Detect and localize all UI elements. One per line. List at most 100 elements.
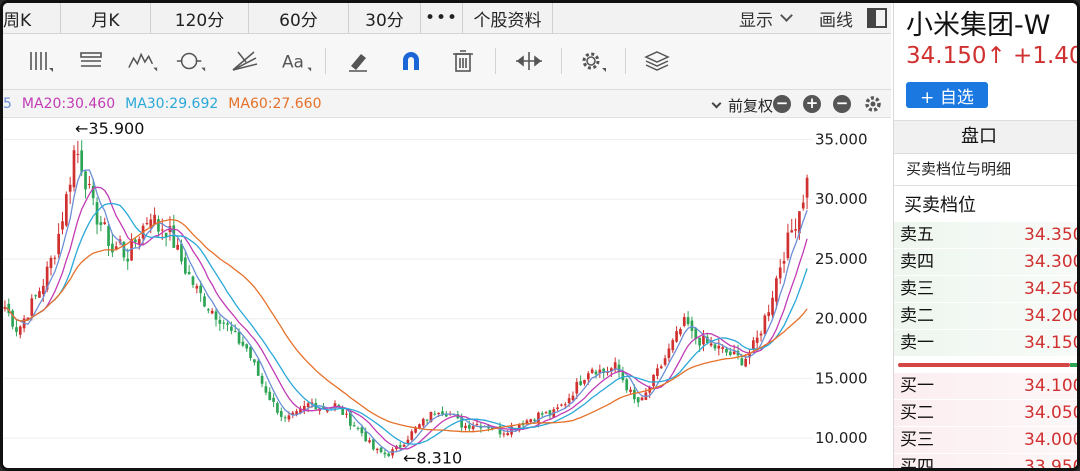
layers-icon[interactable] — [641, 46, 673, 76]
magnet-icon[interactable] — [395, 46, 427, 76]
candle-body — [218, 319, 222, 324]
candle-body — [107, 225, 110, 246]
stock-name: 小米集团-W — [906, 10, 1051, 41]
candle-body — [571, 395, 575, 401]
order-book-subtitle[interactable]: 买卖档位与明细 — [894, 154, 1077, 186]
ma60-value: MA60:27.660 — [228, 95, 322, 112]
fibonacci-fan-icon[interactable] — [229, 46, 261, 76]
candle-body — [160, 229, 164, 231]
candle-body — [464, 425, 467, 429]
add-watchlist-button[interactable]: + 自选 — [906, 82, 988, 108]
low-price-label: ←8.310 — [403, 448, 462, 467]
candle-body — [402, 444, 406, 447]
trash-icon[interactable] — [447, 46, 479, 76]
candle-body — [226, 323, 229, 325]
candle-body — [241, 341, 245, 346]
candle-body — [782, 260, 786, 264]
font-icon[interactable]: Aa — [281, 46, 313, 76]
cycle-icon[interactable] — [175, 46, 207, 76]
candle-body — [629, 389, 632, 392]
candle-body — [34, 295, 37, 297]
draw-line-button[interactable]: 画线 — [805, 3, 857, 34]
candle-body — [640, 397, 644, 401]
candle-body — [755, 337, 759, 343]
candle-body — [80, 150, 84, 173]
ma30-value: MA30:29.692 — [125, 95, 219, 112]
order-row-buy1: 买一 34.100 — [894, 373, 1077, 399]
candle-body — [556, 407, 559, 409]
tab-week-k[interactable]: 周K — [3, 3, 61, 34]
kline-chart-svg: 35.000 30.000 25.000 20.000 15.000 10.000 ←35… — [3, 119, 868, 467]
order-row-sell1: 卖一 34.150 — [894, 330, 1077, 356]
fit-width-icon[interactable] — [513, 46, 545, 76]
tab-month-k[interactable]: 月K — [61, 3, 151, 34]
tab-60min[interactable]: 60分 — [249, 3, 349, 34]
candle-body — [740, 358, 744, 366]
kline-chart[interactable]: 35.000 30.000 25.000 20.000 15.000 10.000 ←35… — [3, 118, 891, 468]
candle-body — [617, 364, 621, 372]
candle-body — [506, 433, 510, 436]
candle-body — [441, 411, 444, 415]
candle-body — [667, 348, 671, 358]
adjust-dropdown[interactable]: 前复权 — [711, 95, 773, 116]
candle-body — [279, 411, 283, 417]
zoom-in-button[interactable]: + — [803, 95, 821, 113]
eraser-icon[interactable] — [343, 46, 375, 76]
app-window: 周K 月K 120分 60分 30分 ••• 个股资料 显示 画线 Aa 5 M… — [0, 0, 1080, 471]
candle-body — [237, 331, 241, 344]
candle-body — [579, 381, 582, 385]
settings-icon[interactable] — [577, 46, 609, 76]
y-tick-label: 35.000 — [815, 131, 868, 149]
display-dropdown[interactable]: 显示 — [725, 3, 805, 34]
candle-body — [763, 315, 767, 334]
candle-body — [61, 221, 64, 230]
candle-body — [375, 448, 379, 451]
candle-body — [387, 453, 391, 457]
tab-stock-profile[interactable]: 个股资料 — [463, 3, 553, 34]
candle-body — [594, 371, 598, 375]
y-tick-label: 10.000 — [815, 429, 868, 447]
candle-body — [778, 267, 782, 279]
candle-body — [398, 445, 402, 448]
y-tick-label: 15.000 — [815, 369, 868, 387]
panel-toggle-icon[interactable] — [867, 8, 887, 28]
candle-body — [725, 348, 728, 353]
candle-body — [153, 214, 156, 225]
candle-body — [502, 433, 506, 435]
candle-body — [99, 222, 103, 226]
candle-body — [679, 329, 682, 335]
candle-body — [675, 331, 678, 342]
candle-body — [702, 335, 705, 345]
candle-body — [759, 333, 763, 336]
candle-body — [437, 412, 440, 415]
tab-30min[interactable]: 30分 — [349, 3, 421, 34]
candle-body — [560, 404, 563, 406]
candle-body — [433, 413, 437, 415]
text-note-icon[interactable] — [75, 46, 107, 76]
candle-body — [659, 366, 663, 369]
chart-settings-icon[interactable] — [863, 94, 883, 118]
tab-order-book[interactable]: 盘口 — [894, 120, 1077, 154]
more-tabs-button[interactable]: ••• — [421, 3, 463, 34]
bid-ask-ratio-bar — [898, 363, 1070, 367]
wave-icon[interactable] — [127, 46, 159, 76]
period-tab-bar: 周K 月K 120分 60分 30分 ••• 个股资料 显示 画线 — [3, 3, 891, 34]
candle-body — [230, 326, 233, 331]
stock-price: 34.150↑ +1.400 — [906, 43, 1080, 69]
collapse-button[interactable]: − — [833, 95, 851, 113]
candle-body — [356, 427, 360, 429]
order-row-buy3: 买三 34.000 — [894, 427, 1077, 453]
bar-lines-icon[interactable] — [25, 46, 57, 76]
tab-120min[interactable]: 120分 — [151, 3, 249, 34]
candle-body — [345, 413, 348, 415]
candle-body — [276, 403, 279, 413]
high-price-label: ←35.900 — [75, 119, 144, 138]
zoom-out-button[interactable]: − — [773, 95, 791, 113]
candle-body — [53, 257, 57, 259]
candle-body — [195, 285, 199, 289]
candle-body — [15, 327, 18, 332]
candle-body — [794, 229, 797, 231]
candle-body — [256, 361, 260, 376]
candle-body — [563, 404, 567, 406]
svg-text:Aa: Aa — [282, 52, 304, 72]
